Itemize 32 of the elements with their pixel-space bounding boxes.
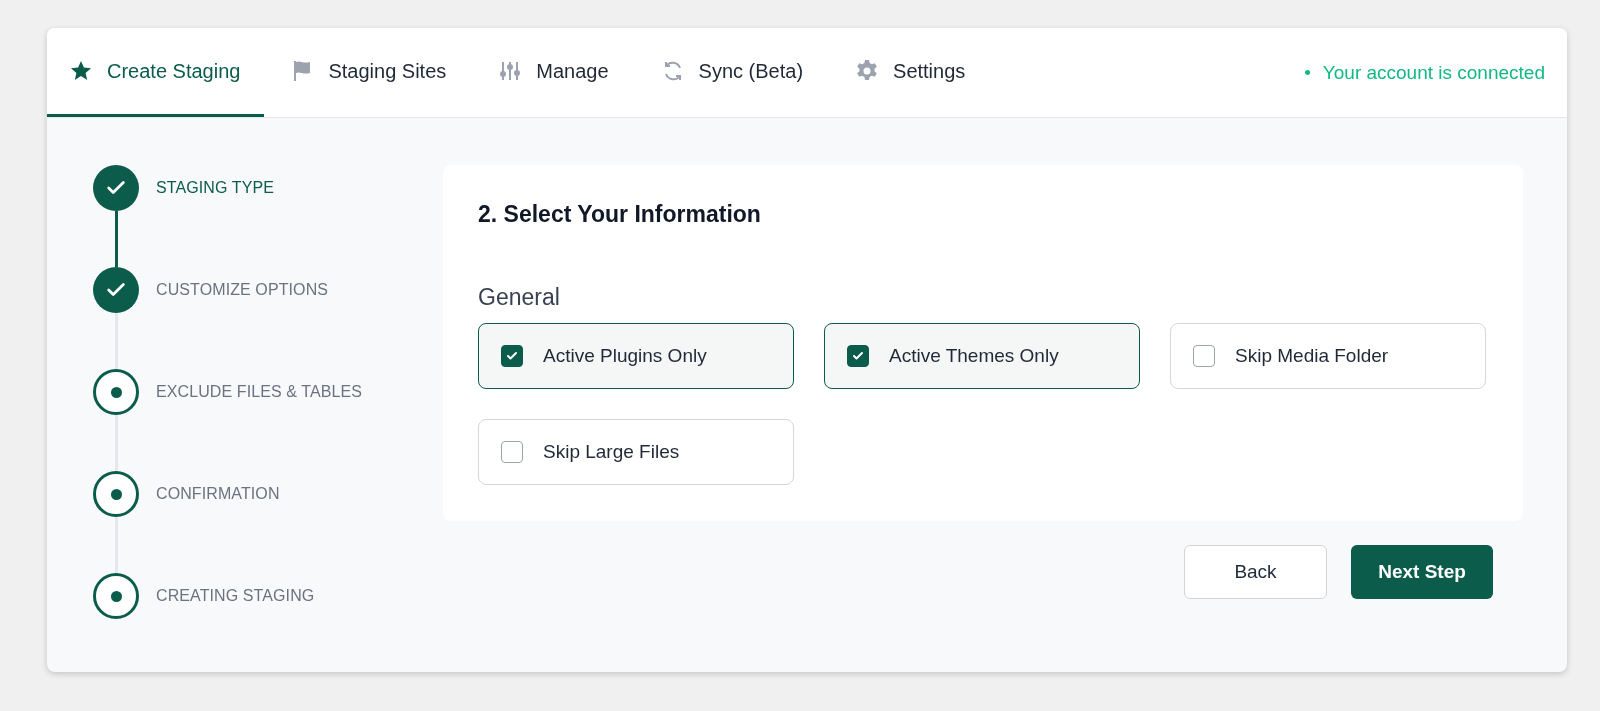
checkbox[interactable] [501, 345, 523, 367]
checkbox[interactable] [847, 345, 869, 367]
checkbox-option[interactable]: Skip Media Folder [1170, 323, 1486, 389]
nav-tab[interactable]: Create Staging [47, 28, 265, 117]
panel-title: 2. Select Your Information [478, 201, 762, 228]
option-label: Skip Media Folder [1235, 345, 1389, 367]
option-label: Skip Large Files [543, 441, 680, 463]
nav-tab[interactable]: Sync (Beta) [634, 28, 830, 117]
checkbox-option[interactable]: Active Plugins Only [478, 323, 794, 389]
nav-tab[interactable]: Settings [829, 28, 992, 117]
checkbox-option[interactable]: Active Themes Only [824, 323, 1140, 389]
sliders-icon [498, 59, 523, 83]
settings-icon [855, 59, 880, 83]
nav-tab[interactable]: Manage [472, 28, 635, 117]
option-label: Active Plugins Only [543, 345, 707, 367]
checkbox[interactable] [501, 441, 523, 463]
section-heading: General [478, 284, 561, 311]
step-label: CREATING STAGING [156, 586, 315, 606]
step-label: CONFIRMATION [156, 484, 280, 504]
checkbox-option[interactable]: Skip Large Files [478, 419, 794, 485]
nav-tab[interactable]: Staging Sites [264, 28, 473, 117]
status-bullet: • [1304, 61, 1311, 84]
step-label: EXCLUDE FILES & TABLES [156, 382, 363, 402]
connection-status: Your account is connected [1322, 61, 1545, 84]
checkmark-icon [852, 350, 864, 362]
back-button[interactable]: Back [1184, 545, 1327, 599]
checkmark-icon [506, 350, 518, 362]
checkbox[interactable] [1193, 345, 1215, 367]
next-step-button[interactable]: Next Step [1351, 545, 1493, 599]
step-label: STAGING TYPE [156, 178, 274, 198]
option-label: Active Themes Only [889, 345, 1059, 367]
step-label: CUSTOMIZE OPTIONS [156, 280, 329, 300]
